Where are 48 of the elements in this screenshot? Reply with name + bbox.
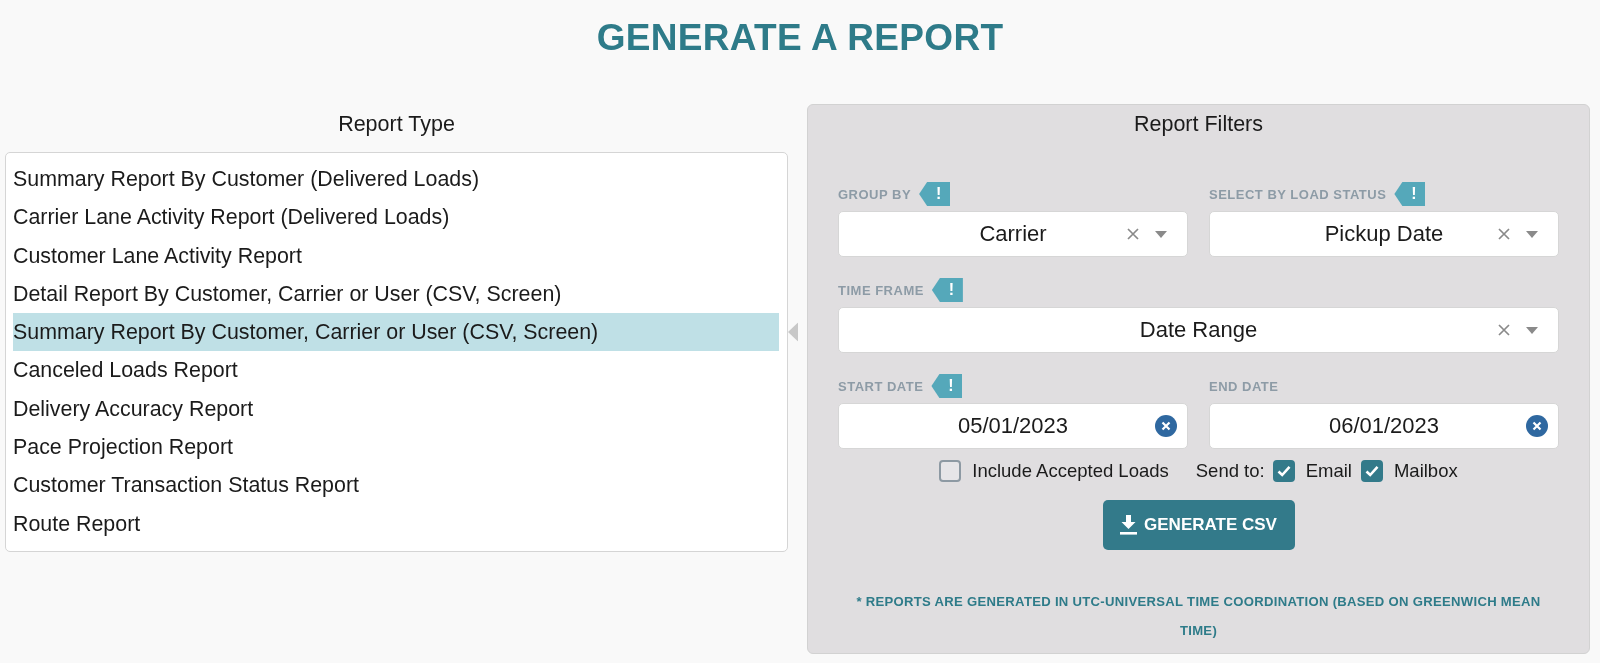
send-to-label: Send to: xyxy=(1195,460,1265,482)
clear-icon[interactable] xyxy=(1498,324,1510,336)
alert-badge: ! xyxy=(1394,182,1426,206)
clear-icon[interactable] xyxy=(1498,228,1510,240)
alert-badge: ! xyxy=(931,278,963,302)
clear-icon[interactable] xyxy=(1526,415,1548,437)
section-heading: Report Filters xyxy=(1133,111,1263,138)
checkmark-icon xyxy=(1364,465,1379,477)
checkbox[interactable] xyxy=(1272,460,1295,482)
field-label: END DATE xyxy=(1209,378,1279,394)
caret-icon[interactable] xyxy=(1526,230,1538,238)
footnote: * REPORTS ARE GENERATED IN UTC-UNIVERSAL TIME COORDINATION (BASED ON GREENWICH MEAN TIME) xyxy=(855,593,1542,640)
checkbox[interactable] xyxy=(1360,460,1383,482)
list-item[interactable]: Summary Report By Customer, Carrier or User (CSV, Screen) xyxy=(13,313,779,352)
checkbox-label: Mailbox xyxy=(1393,460,1458,482)
triangle-pointer-icon xyxy=(788,322,798,342)
select-field[interactable]: Date Range xyxy=(838,307,1559,353)
date-field[interactable]: 05/01/2023 xyxy=(838,403,1188,449)
download-icon xyxy=(1120,515,1138,535)
alert-badge: ! xyxy=(931,374,963,398)
list-item[interactable]: Delivery Accuracy Report xyxy=(13,389,779,429)
list-item[interactable]: Customer Transaction Status Report xyxy=(13,466,779,505)
list-item[interactable]: Summary Report By Customer (Delivered Loads) xyxy=(13,160,779,199)
caret-icon[interactable] xyxy=(1526,326,1538,334)
list-item[interactable]: Canceled Loads Report xyxy=(13,351,779,390)
section-heading: Report Type xyxy=(338,111,455,138)
select-field[interactable]: Carrier xyxy=(838,211,1188,257)
field-label: START DATE xyxy=(838,378,924,394)
list-item[interactable]: Detail Report By Customer, Carrier or User (CSV, Screen) xyxy=(13,274,779,314)
generate-csv-button[interactable]: GENERATE CSV xyxy=(1102,500,1295,550)
select-field[interactable]: Pickup Date xyxy=(1209,211,1559,257)
field-label: GROUP BY xyxy=(838,186,912,202)
field-label: SELECT BY LOAD STATUS xyxy=(1209,186,1387,202)
page-title: GENERATE A REPORT xyxy=(596,16,1004,60)
caret-icon[interactable] xyxy=(1155,230,1167,238)
checkbox-label: Email xyxy=(1305,460,1352,482)
checkbox-label: Include Accepted Loads xyxy=(972,460,1169,482)
list-item[interactable]: Route Report xyxy=(13,504,779,543)
checkbox[interactable] xyxy=(939,460,962,482)
alert-badge: ! xyxy=(919,182,951,206)
list-item[interactable]: Customer Lane Activity Report xyxy=(13,236,779,275)
list-item[interactable]: Pace Projection Report xyxy=(13,428,779,467)
list-item[interactable]: Carrier Lane Activity Report (Delivered Loads) xyxy=(13,198,779,237)
clear-icon[interactable] xyxy=(1155,415,1177,437)
field-label: TIME FRAME xyxy=(838,282,924,298)
clear-icon[interactable] xyxy=(1127,228,1139,240)
checkmark-icon xyxy=(1276,465,1291,477)
date-field[interactable]: 06/01/2023 xyxy=(1209,403,1559,449)
